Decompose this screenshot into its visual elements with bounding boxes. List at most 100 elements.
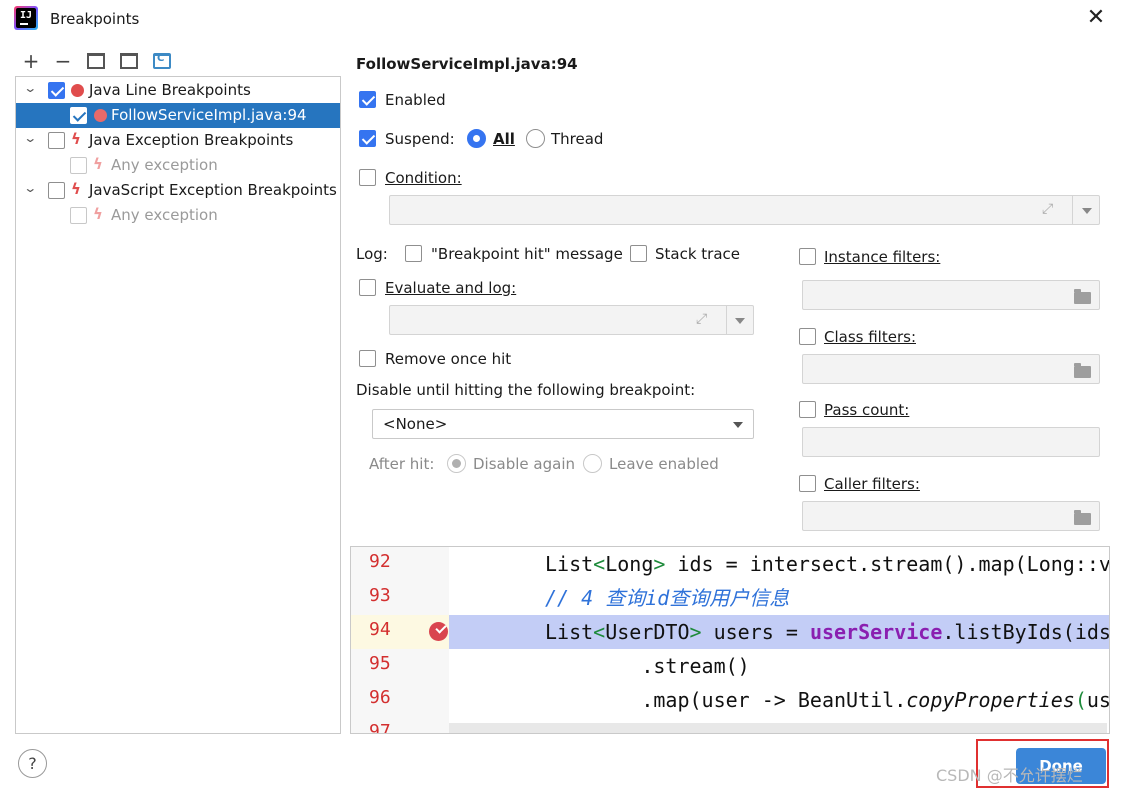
tree-item-followserviceimpl[interactable]: FollowServiceImpl.java:94 [16,103,340,128]
group-by-package-icon[interactable] [87,53,105,69]
condition-label: Condition: [385,169,462,187]
suspend-label: Suspend: [385,130,455,148]
tree-item-any-exception[interactable]: ϟ Any exception [16,203,340,228]
suspend-all-label: All [493,130,515,148]
tree-item-java-exception-breakpoints[interactable]: ⌄ ϟ Java Exception Breakpoints [16,128,340,153]
class-filters-input[interactable] [802,354,1100,384]
tree-item-label: Java Exception Breakpoints [89,131,294,149]
suspend-checkbox[interactable] [359,130,376,147]
chevron-down-icon[interactable] [735,318,745,324]
tree-item-java-line-breakpoints[interactable]: ⌄ Java Line Breakpoints [16,78,340,103]
suspend-thread-radio[interactable] [526,129,545,148]
instance-filters-input[interactable] [802,280,1100,310]
chevron-down-icon[interactable] [733,422,743,428]
tree-item-javascript-exception-breakpoints[interactable]: ⌄ ϟ JavaScript Exception Breakpoints [16,178,340,203]
tree-checkbox[interactable] [48,132,65,149]
line-number: 93 [369,585,391,606]
code-token: < [593,620,606,644]
folder-icon[interactable] [1074,289,1091,304]
pass-count-input[interactable] [802,427,1100,457]
breakpoint-check-icon [94,109,107,122]
suspend-all-radio[interactable] [467,129,486,148]
folder-icon[interactable] [1074,510,1091,525]
lightning-icon: ϟ [71,130,81,148]
code-token: us [1086,688,1110,712]
tree-item-label: Any exception [111,156,218,174]
breakpoint-title: FollowServiceImpl.java:94 [356,55,578,73]
code-line: 94 List<UserDTO> users = userService.list… [351,615,1109,649]
add-icon[interactable]: + [22,51,40,71]
chevron-down-icon[interactable]: ⌄ [23,81,43,95]
caller-filters-checkbox[interactable] [799,475,816,492]
lightning-icon: ϟ [93,155,103,173]
breakpoints-tree[interactable]: ⌄ Java Line Breakpoints FollowServiceImp… [15,76,341,734]
code-text: // 4 查询id查询用户信息 [449,581,1109,615]
tree-checkbox[interactable] [70,207,87,224]
code-token: // 4 查询id查询用户信息 [545,586,790,610]
log-message-checkbox[interactable] [405,245,422,262]
tree-item-label: Any exception [111,206,218,224]
enabled-checkbox[interactable] [359,91,376,108]
tree-checkbox[interactable] [70,107,87,124]
condition-input[interactable]: ⤢ [389,195,1100,225]
code-token: ( [1074,688,1087,712]
code-token: List [545,552,594,576]
tree-checkbox[interactable] [70,157,87,174]
caller-filters-input[interactable] [802,501,1100,531]
condition-checkbox[interactable] [359,169,376,186]
evaluate-log-checkbox[interactable] [359,279,376,296]
code-text: .stream() [449,649,1109,683]
close-icon[interactable]: ✕ [1082,4,1110,32]
caller-filters-label: Caller filters: [824,475,920,493]
code-text: .map(user -> BeanUtil.copyProperties(us [449,683,1109,717]
code-token: ids = intersect.stream().map(Long::v [665,552,1110,576]
disable-until-label: Disable until hitting the following brea… [356,381,696,399]
help-button[interactable]: ? [18,749,47,778]
leave-enabled-radio[interactable] [583,454,602,473]
breakpoint-check-icon[interactable] [429,622,448,641]
expand-icon[interactable]: ⤢ [696,311,707,327]
disable-until-select[interactable]: <None> [372,409,754,439]
evaluate-log-input[interactable]: ⤢ [389,305,754,335]
group-by-class-icon[interactable]: C [153,53,171,69]
code-token: copyProperties [906,688,1075,712]
chevron-down-icon[interactable]: ⌄ [23,131,43,145]
tree-item-label: FollowServiceImpl.java:94 [111,106,307,124]
tree-item-any-exception[interactable]: ϟ Any exception [16,153,340,178]
code-token: > [653,552,666,576]
tree-checkbox[interactable] [48,82,65,99]
instance-filters-checkbox[interactable] [799,248,816,265]
red-dot-icon [71,84,84,97]
tree-checkbox[interactable] [48,182,65,199]
pass-count-label: Pass count: [824,401,910,419]
folder-icon[interactable] [1074,363,1091,378]
stack-trace-label: Stack trace [655,245,741,263]
horizontal-scrollbar[interactable] [449,723,1107,733]
disable-until-value: <None> [383,415,448,433]
tree-item-label: Java Line Breakpoints [89,81,251,99]
line-number: 96 [369,687,391,708]
class-filters-checkbox[interactable] [799,328,816,345]
line-number: 92 [369,551,391,572]
chevron-down-icon[interactable] [1082,208,1092,214]
lightning-icon: ϟ [93,205,103,223]
code-preview[interactable]: 92 List<Long> ids = intersect.stream().ma… [350,546,1110,734]
remove-once-hit-checkbox[interactable] [359,350,376,367]
instance-filters-label: Instance filters: [824,248,941,266]
group-by-file-icon[interactable] [120,53,138,69]
pass-count-checkbox[interactable] [799,401,816,418]
disable-again-radio[interactable] [447,454,466,473]
chevron-down-icon[interactable]: ⌄ [23,181,43,195]
stack-trace-checkbox[interactable] [630,245,647,262]
expand-icon[interactable]: ⤢ [1042,201,1053,217]
code-token: List [545,620,594,644]
line-number: 94 [369,619,391,640]
code-token: userService [809,620,943,644]
code-token: UserDTO [605,620,690,644]
lightning-icon: ϟ [71,180,81,198]
code-line: 96 .map(user -> BeanUtil.copyProperties(… [351,683,1109,717]
code-token: .listByIds(ids [942,620,1110,644]
disable-again-label: Disable again [473,455,575,473]
remove-icon[interactable]: − [54,51,72,71]
enabled-label: Enabled [385,91,446,109]
